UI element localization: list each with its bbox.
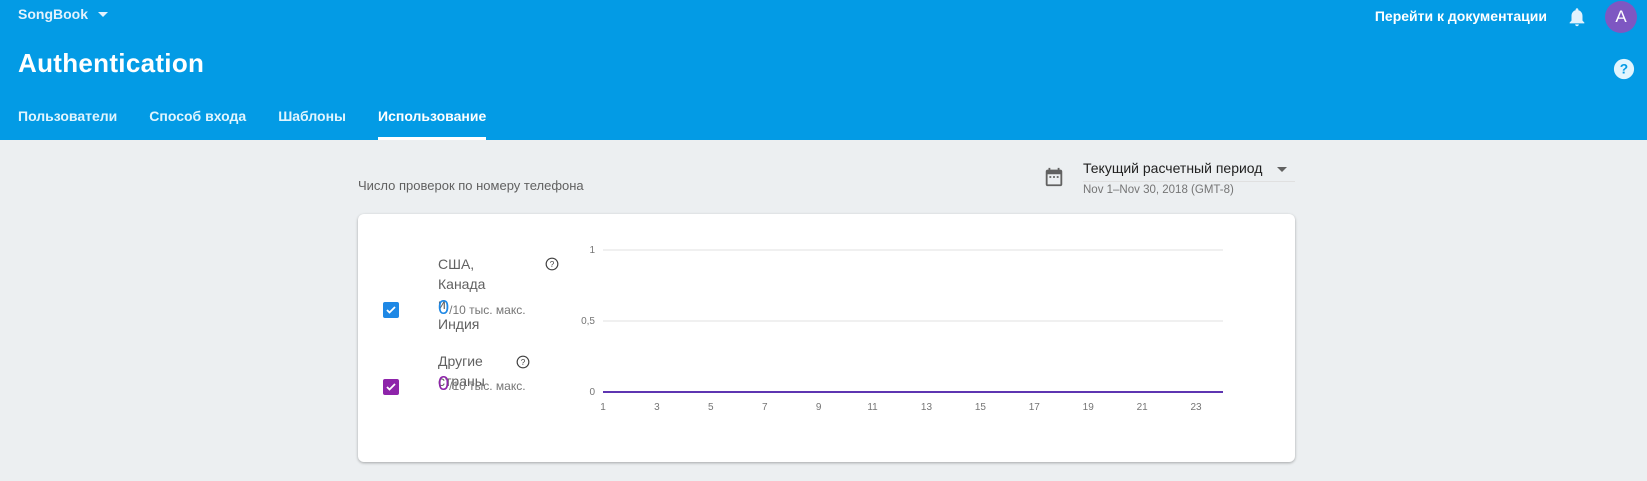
metric-label: США, Канада и Индия (438, 254, 485, 334)
x-tick-label: 5 (708, 402, 714, 413)
usage-card: США, Канада и Индия ? 0/10 тыс. макс. Др… (358, 214, 1295, 462)
tab-usage[interactable]: Использование (378, 108, 487, 140)
project-name: SongBook (18, 6, 88, 22)
x-tick-label: 17 (1029, 402, 1041, 413)
app-header: SongBook Перейти к документации A Authen… (0, 0, 1647, 140)
y-tick-label: 0 (589, 387, 595, 398)
docs-link[interactable]: Перейти к документации (1375, 8, 1547, 24)
usage-line-chart: 00,511 3 5 7 9 11 13 15 17 19 21 23 (581, 245, 1223, 413)
x-tick-label: 1 (600, 402, 606, 413)
x-tick-label: 21 (1137, 402, 1149, 413)
metric-checkbox[interactable] (383, 302, 399, 318)
bell-icon[interactable] (1566, 6, 1588, 28)
check-icon (386, 383, 396, 391)
x-tick-label: 3 (654, 402, 660, 413)
x-tick-label: 11 (867, 402, 878, 413)
y-tick-label: 0,5 (581, 316, 595, 327)
metric-checkbox[interactable] (383, 379, 399, 395)
period-selected: Текущий расчетный период (1083, 160, 1263, 176)
y-tick-label: 1 (589, 245, 595, 256)
tab-users[interactable]: Пользователи (18, 108, 117, 140)
x-tick-label: 15 (975, 402, 987, 413)
tab-bar: Пользователи Способ входа Шаблоны Исполь… (18, 108, 518, 140)
check-icon (386, 306, 396, 314)
help-icon[interactable]: ? (516, 355, 530, 369)
period-dropdown[interactable]: Текущий расчетный период (1083, 160, 1295, 182)
section-title: Число проверок по номеру телефона (358, 178, 584, 193)
calendar-icon (1045, 167, 1063, 187)
x-tick-label: 13 (921, 402, 933, 413)
page-title: Authentication (18, 48, 205, 78)
metric-count: 0 (438, 373, 450, 395)
metric-value: 0/10 тыс. макс. (438, 373, 526, 396)
x-tick-label: 23 (1190, 402, 1202, 413)
svg-text:?: ? (550, 260, 555, 269)
metric-value: 0/10 тыс. макс. (438, 297, 526, 320)
metric-limit: /10 тыс. макс. (449, 303, 526, 317)
metric-limit: /10 тыс. макс. (449, 379, 526, 393)
svg-text:?: ? (521, 358, 526, 367)
x-tick-label: 9 (816, 402, 822, 413)
period-range: Nov 1–Nov 30, 2018 (GMT-8) (1083, 184, 1234, 196)
x-tick-label: 7 (762, 402, 768, 413)
x-tick-label: 19 (1083, 402, 1095, 413)
tab-templates[interactable]: Шаблоны (278, 108, 346, 140)
chevron-down-icon (98, 11, 108, 17)
avatar[interactable]: A (1605, 1, 1637, 33)
avatar-letter: A (1615, 7, 1627, 26)
help-icon[interactable]: ? (1613, 58, 1635, 80)
chevron-down-icon (1277, 167, 1287, 172)
project-selector[interactable]: SongBook (18, 6, 108, 22)
svg-text:?: ? (1620, 62, 1628, 77)
metric-count: 0 (438, 297, 450, 319)
tab-sign-in-method[interactable]: Способ входа (149, 108, 246, 140)
help-icon[interactable]: ? (545, 257, 559, 271)
